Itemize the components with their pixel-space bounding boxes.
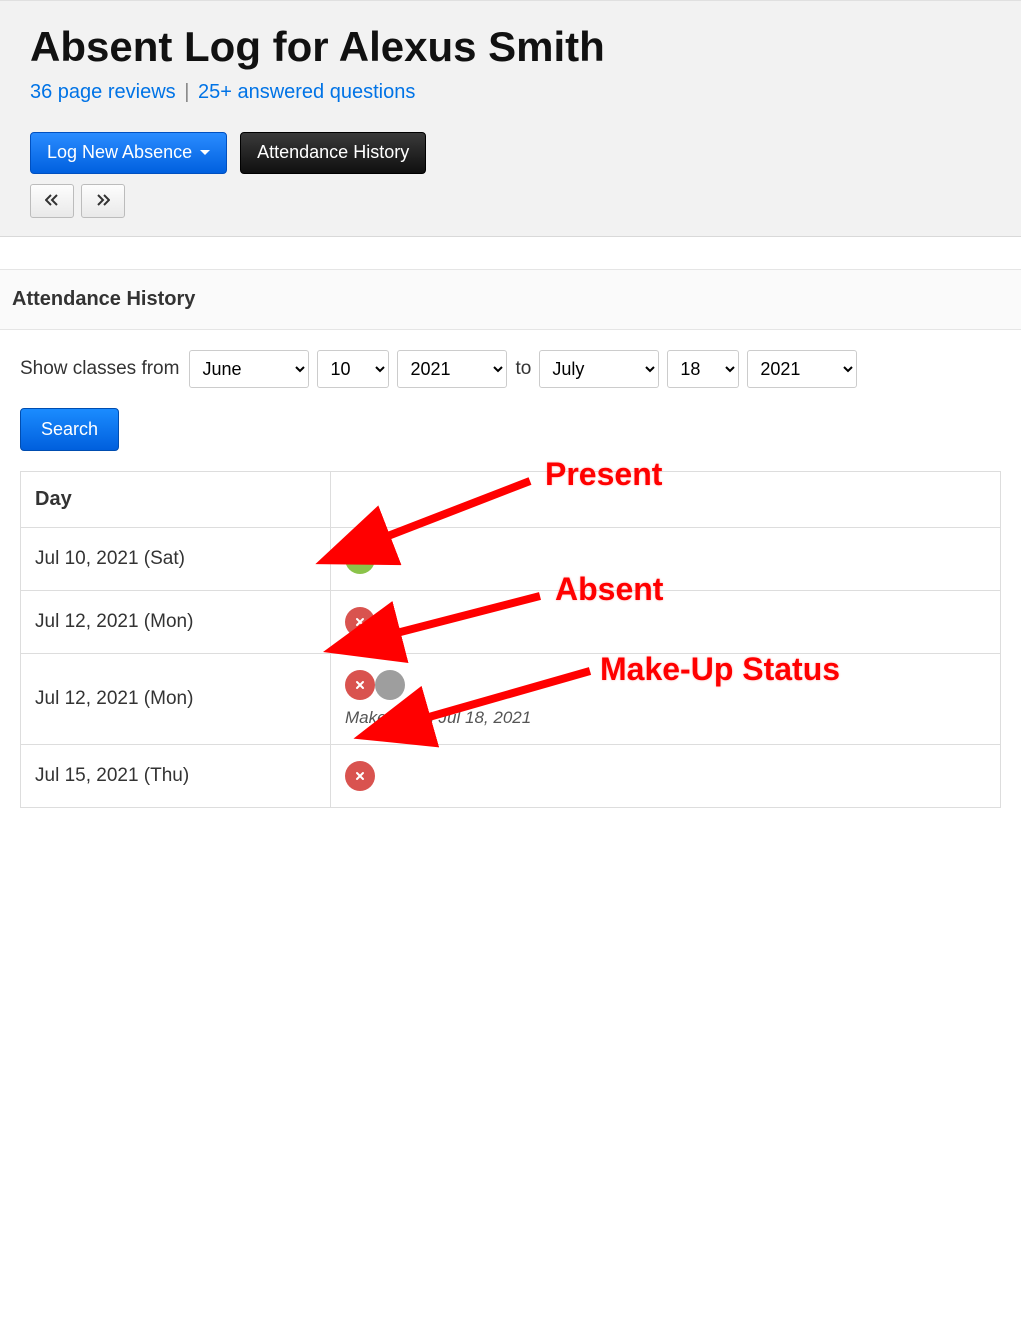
pager bbox=[30, 184, 991, 218]
col-status-header bbox=[331, 471, 1001, 527]
log-new-absence-label: Log New Absence bbox=[47, 142, 192, 164]
page-header: Absent Log for Alexus Smith 36 page revi… bbox=[0, 0, 1021, 237]
search-row: Search bbox=[0, 408, 1021, 471]
x-icon bbox=[345, 607, 375, 637]
show-classes-from-label: Show classes from bbox=[20, 358, 179, 380]
section-title-bar: Attendance History bbox=[0, 269, 1021, 330]
page-title: Absent Log for Alexus Smith bbox=[30, 23, 991, 71]
check-icon bbox=[345, 544, 375, 574]
table-row: Jul 15, 2021 (Thu) bbox=[21, 744, 1001, 807]
answered-questions-link[interactable]: 25+ answered questions bbox=[198, 81, 415, 103]
col-day-header: Day bbox=[21, 471, 331, 527]
table-row: Jul 10, 2021 (Sat) bbox=[21, 527, 1001, 590]
to-year-select[interactable]: 2021 bbox=[747, 350, 857, 388]
double-chevron-left-icon bbox=[45, 193, 59, 209]
search-button[interactable]: Search bbox=[20, 408, 119, 451]
page-reviews-link[interactable]: 36 page reviews bbox=[30, 81, 176, 103]
pager-prev-button[interactable] bbox=[30, 184, 74, 218]
attendance-table-wrap: Day Jul 10, 2021 (Sat) Jul 12, 2021 (Mon… bbox=[0, 471, 1021, 808]
status-cell bbox=[331, 744, 1001, 807]
table-row: Jul 12, 2021 (Mon) Make up on Jul 18, 20… bbox=[21, 653, 1001, 744]
search-button-label: Search bbox=[41, 419, 98, 439]
day-cell: Jul 12, 2021 (Mon) bbox=[21, 653, 331, 744]
status-cell bbox=[331, 590, 1001, 653]
attendance-history-button[interactable]: Attendance History bbox=[240, 132, 426, 174]
date-filter-row: Show classes from June 10 2021 to July 1… bbox=[0, 330, 1021, 408]
day-cell: Jul 10, 2021 (Sat) bbox=[21, 527, 331, 590]
x-icon bbox=[345, 761, 375, 791]
to-label: to bbox=[515, 358, 531, 380]
x-icon bbox=[345, 670, 375, 700]
status-cell: Make up on Jul 18, 2021 bbox=[331, 653, 1001, 744]
to-day-select[interactable]: 18 bbox=[667, 350, 739, 388]
section-title: Attendance History bbox=[12, 288, 195, 310]
log-new-absence-button[interactable]: Log New Absence bbox=[30, 132, 227, 174]
makeup-note: Make up on Jul 18, 2021 bbox=[345, 708, 986, 728]
attendance-history-label: Attendance History bbox=[257, 142, 409, 164]
from-month-select[interactable]: June bbox=[189, 350, 309, 388]
from-day-select[interactable]: 10 bbox=[317, 350, 389, 388]
attendance-table: Day Jul 10, 2021 (Sat) Jul 12, 2021 (Mon… bbox=[20, 471, 1001, 808]
from-year-select[interactable]: 2021 bbox=[397, 350, 507, 388]
to-month-select[interactable]: July bbox=[539, 350, 659, 388]
table-row: Jul 12, 2021 (Mon) bbox=[21, 590, 1001, 653]
day-cell: Jul 12, 2021 (Mon) bbox=[21, 590, 331, 653]
caret-down-icon bbox=[200, 150, 210, 155]
makeup-status-icon bbox=[375, 670, 405, 700]
status-cell bbox=[331, 527, 1001, 590]
review-line: 36 page reviews | 25+ answered questions bbox=[30, 81, 991, 104]
pager-next-button[interactable] bbox=[81, 184, 125, 218]
toolbar: Log New Absence Attendance History bbox=[30, 132, 991, 174]
separator: | bbox=[179, 81, 195, 103]
double-chevron-right-icon bbox=[96, 193, 110, 209]
day-cell: Jul 15, 2021 (Thu) bbox=[21, 744, 331, 807]
